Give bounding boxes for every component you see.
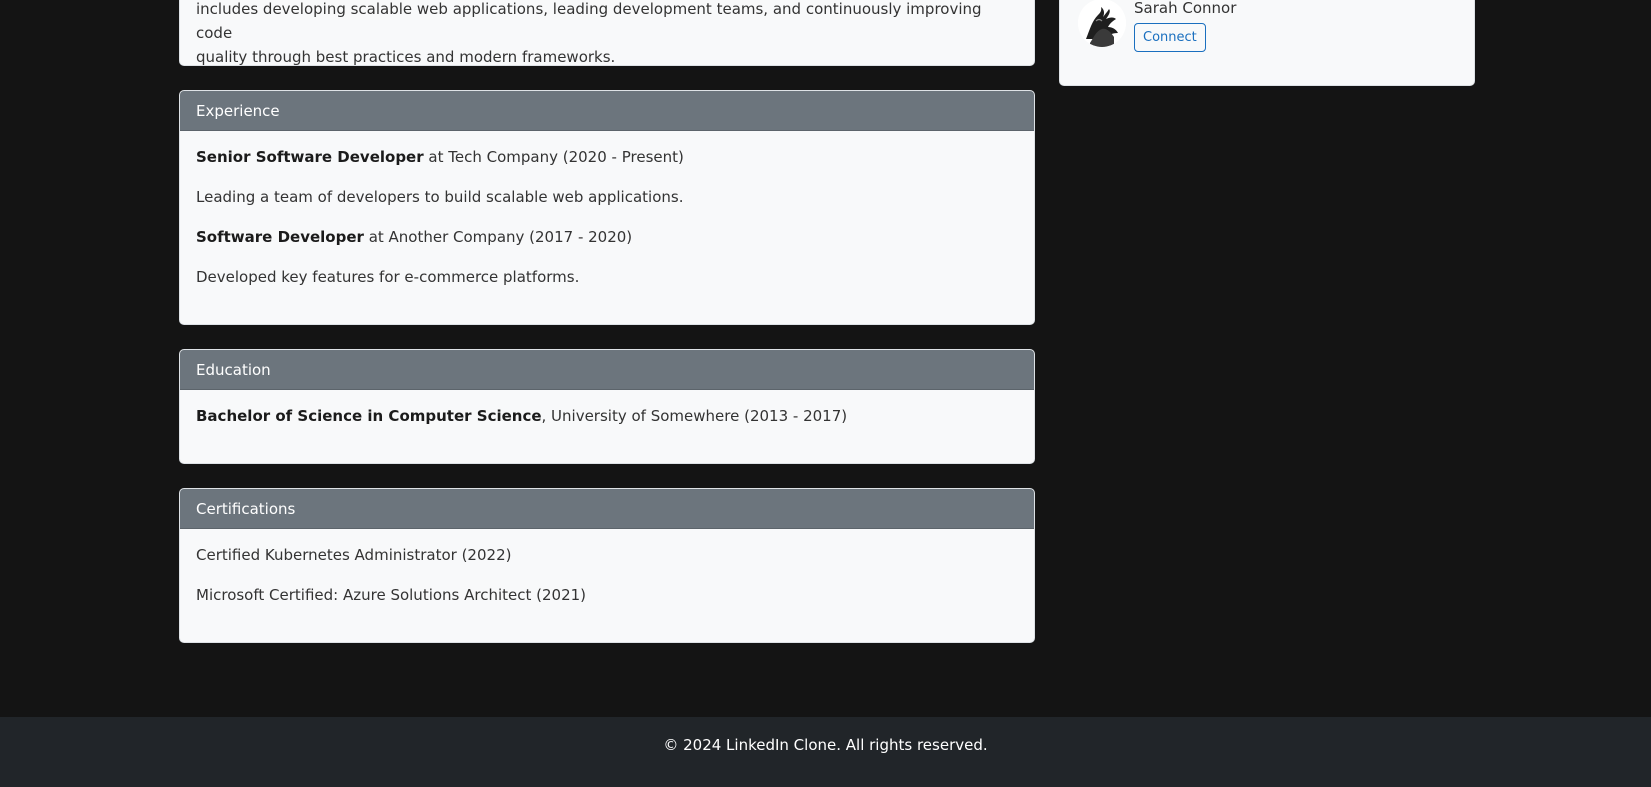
experience-header: Experience [180,91,1034,131]
experience-card: Experience Senior Software Developer at … [179,90,1035,325]
certifications-body: Certified Kubernetes Administrator (2022… [180,529,1034,621]
certifications-header: Certifications [180,489,1034,529]
people-card: Sarah Connor Connect [1059,0,1475,86]
about-body: includes developing scalable web applica… [180,0,1034,66]
experience-body: Senior Software Developer at Tech Compan… [180,131,1034,303]
education-body: Bachelor of Science in Computer Science,… [180,390,1034,442]
person-entry: Sarah Connor Connect [1078,0,1236,52]
degree-detail: , University of Somewhere (2013 - 2017) [541,407,848,425]
certification-item: Microsoft Certified: Azure Solutions Arc… [196,586,587,604]
person-info: Sarah Connor Connect [1134,0,1236,52]
connect-button[interactable]: Connect [1134,23,1206,52]
job-detail: at Tech Company (2020 - Present) [423,148,684,166]
degree-title: Bachelor of Science in Computer Science [196,407,542,425]
job-title: Senior Software Developer [196,148,424,166]
person-name: Sarah Connor [1134,0,1237,17]
footer-copyright: © 2024 LinkedIn Clone. All rights reserv… [663,736,988,754]
certification-item: Certified Kubernetes Administrator (2022… [196,546,512,564]
job-description: Developed key features for e-commerce pl… [196,268,580,286]
footer: © 2024 LinkedIn Clone. All rights reserv… [0,717,1651,787]
job-detail: at Another Company (2017 - 2020) [363,228,633,246]
certifications-card: Certifications Certified Kubernetes Admi… [179,488,1035,643]
page: includes developing scalable web applica… [0,0,1651,787]
experience-item: Software Developer at Another Company (2… [196,227,1018,247]
profile-photo-hands-icon [1078,0,1126,47]
avatar [1078,0,1126,47]
job-title: Software Developer [196,228,364,246]
about-text-line-2: quality through best practices and moder… [196,48,616,66]
education-header: Education [180,350,1034,390]
education-item: Bachelor of Science in Computer Science,… [196,406,1018,426]
experience-item: Senior Software Developer at Tech Compan… [196,147,1018,167]
about-card: includes developing scalable web applica… [179,0,1035,66]
education-card: Education Bachelor of Science in Compute… [179,349,1035,464]
about-text-line-1: includes developing scalable web applica… [196,0,982,42]
job-description: Leading a team of developers to build sc… [196,188,684,206]
